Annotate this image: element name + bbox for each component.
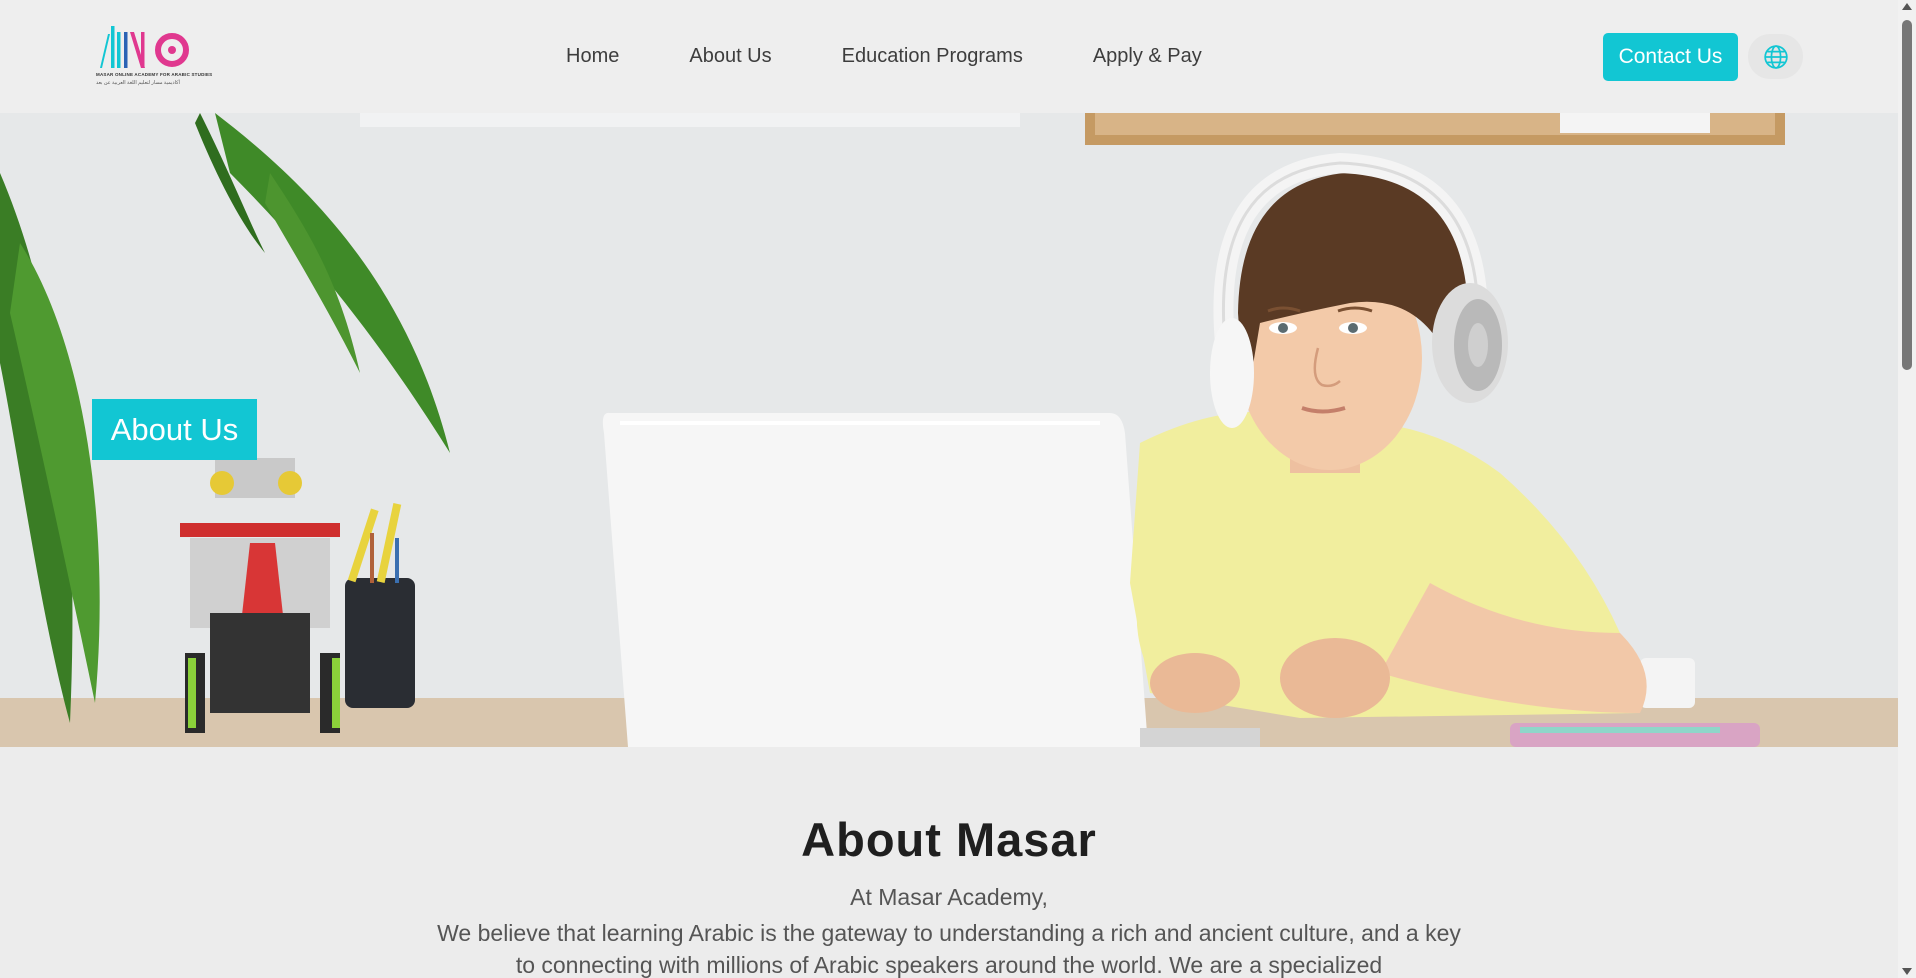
nav-about-us[interactable]: About Us bbox=[689, 45, 771, 68]
site-header: MASAR ONLINE ACADEMY FOR ARABIC STUDIES … bbox=[0, 0, 1898, 113]
hero-about-us-badge: About Us bbox=[92, 399, 257, 460]
language-button[interactable] bbox=[1748, 34, 1803, 79]
scroll-up-arrow-icon[interactable] bbox=[1902, 3, 1912, 10]
nav-education-programs[interactable]: Education Programs bbox=[842, 45, 1023, 68]
globe-icon bbox=[1763, 44, 1788, 69]
logo-mark-icon bbox=[100, 26, 189, 68]
scroll-down-arrow-icon[interactable] bbox=[1902, 968, 1912, 975]
masar-logo[interactable]: MASAR ONLINE ACADEMY FOR ARABIC STUDIES … bbox=[94, 22, 212, 88]
hero-banner: About Us bbox=[0, 113, 1898, 747]
nav-apply-pay[interactable]: Apply & Pay bbox=[1093, 45, 1202, 68]
nav-home[interactable]: Home bbox=[566, 45, 619, 68]
about-body: We believe that learning Arabic is the g… bbox=[437, 920, 1461, 978]
logo-tagline: MASAR ONLINE ACADEMY FOR ARABIC STUDIES bbox=[96, 72, 213, 77]
about-title: About Masar bbox=[801, 813, 1097, 866]
about-lead: At Masar Academy, bbox=[850, 884, 1048, 910]
main-nav: Home About Us Education Programs Apply &… bbox=[566, 0, 1202, 113]
scroll-thumb[interactable] bbox=[1902, 20, 1912, 370]
contact-us-button[interactable]: Contact Us bbox=[1603, 33, 1738, 81]
logo-tagline-arabic: أكاديمية مسار لتعليم اللغة العربية عن بع… bbox=[96, 80, 180, 86]
page-scrollbar[interactable] bbox=[1898, 0, 1916, 978]
hero-illustration bbox=[0, 113, 1898, 747]
